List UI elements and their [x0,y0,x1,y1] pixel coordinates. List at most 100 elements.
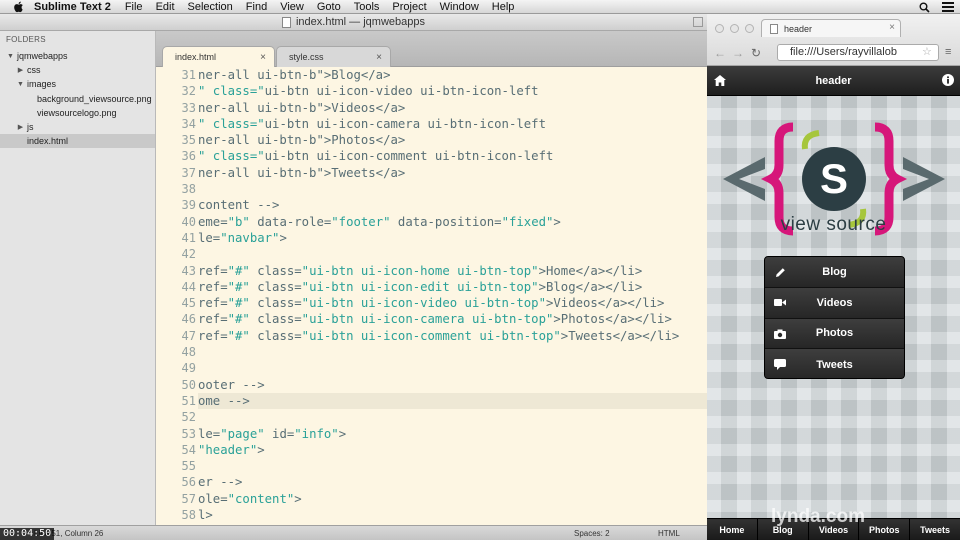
zoom-window-icon[interactable] [745,24,754,33]
sidebar-tree-item[interactable]: ▶ css [0,63,155,77]
menu-help[interactable]: Help [492,1,515,13]
code-line[interactable]: " class="ui-btn ui-icon-video ui-btn-ico… [198,83,707,99]
footer-home-button[interactable]: Home [707,519,758,540]
menu-selection[interactable]: Selection [188,1,233,13]
code-line[interactable] [198,246,707,262]
line-number: 34 [181,116,196,131]
close-window-icon[interactable] [715,24,724,33]
tree-item-label: jqmwebapps [17,51,68,62]
notification-list-icon[interactable] [942,2,954,12]
code-line[interactable]: ref="#" class="ui-btn ui-icon-video ui-b… [198,295,707,311]
code-line[interactable]: ome --> [198,392,707,410]
fullscreen-icon[interactable] [693,17,703,27]
code-line[interactable] [198,181,707,197]
disclosure-collapsed-icon[interactable]: ▶ [16,123,25,131]
logo-text: view source [780,214,887,235]
header-title: header [815,74,852,87]
tab-style-css[interactable]: style.css × [276,46,391,67]
code-line[interactable]: l> [198,507,707,523]
indentation-setting[interactable]: Spaces: 2 [574,529,610,538]
reload-icon[interactable]: ↻ [747,46,765,60]
line-number: 56 [181,475,196,490]
tree-item-label: index.html [27,136,69,147]
line-number: 40 [181,214,196,229]
sublime-title-bar: index.html — jqmwebapps [0,14,707,31]
sidebar-tree-item[interactable]: ▼ images [0,77,155,91]
menu-project[interactable]: Project [392,1,426,13]
sidebar-tree-item[interactable]: index.html [0,134,155,149]
disclosure-expanded-icon[interactable]: ▼ [16,81,25,88]
bookmark-star-icon[interactable]: ☆ [922,45,932,58]
tab-close-icon[interactable]: × [260,52,266,63]
menu-goto[interactable]: Goto [317,1,341,13]
code-line[interactable] [198,360,707,376]
home-icon[interactable] [713,73,727,87]
videos-button[interactable]: Videos [765,287,904,319]
browser-menu-icon[interactable]: ≡ [945,46,951,58]
spotlight-search-icon[interactable] [919,2,930,13]
code-line[interactable]: ref="#" class="ui-btn ui-icon-camera ui-… [198,311,707,327]
tab-close-icon[interactable]: × [376,52,382,63]
logo-letter: S [820,155,848,202]
code-area[interactable]: ner-all ui-btn-b">Blog</a> " class="ui-bt… [198,67,707,525]
menu-find[interactable]: Find [246,1,267,13]
code-line[interactable]: le="navbar"> [198,230,707,246]
code-line[interactable]: ner-all ui-btn-b">Videos</a> [198,100,707,116]
code-editor[interactable]: 31 32 33 34 35 36 37 38 39 40 41 42 43 44 45 46 47 48 49 50… [156,67,707,525]
menu-view[interactable]: View [280,1,304,13]
line-number: 53 [181,426,196,441]
sidebar-tree-item[interactable]: ▶ js [0,120,155,134]
sidebar-tree-item[interactable]: background_viewsource.png [0,92,155,106]
photos-button[interactable]: Photos [765,318,904,350]
minimize-window-icon[interactable] [730,24,739,33]
sidebar-tree-item[interactable]: ▼ jqmwebapps [0,49,155,63]
folders-header: FOLDERS [6,35,46,44]
forward-arrow-icon[interactable]: → [729,46,747,60]
tree-item-label: viewsourcelogo.png [37,107,117,118]
menu-tools[interactable]: Tools [354,1,380,13]
apple-icon[interactable] [12,1,24,13]
code-line[interactable]: ner-all ui-btn-b">Photos</a> [198,132,707,148]
code-line[interactable]: eme="b" data-role="footer" data-position… [198,214,707,230]
line-number: 52 [181,410,196,425]
line-number: 43 [181,263,196,278]
code-line[interactable]: ner-all ui-btn-b">Blog</a> [198,67,707,83]
code-line[interactable]: ref="#" class="ui-btn ui-icon-home ui-bt… [198,263,707,279]
menu-edit[interactable]: Edit [156,1,175,13]
code-line[interactable]: ner-all ui-btn-b">Tweets</a> [198,165,707,181]
code-line[interactable]: " class="ui-btn ui-icon-comment ui-btn-i… [198,148,707,164]
browser-tab[interactable]: header × [761,19,901,37]
code-line[interactable] [198,409,707,425]
footer-photos-button[interactable]: Photos [859,519,911,540]
line-number: 31 [181,68,196,82]
sidebar-tree-item[interactable]: viewsourcelogo.png [0,106,155,120]
menu-file[interactable]: File [125,1,143,13]
back-arrow-icon[interactable]: ← [711,46,729,60]
footer-tweets-button[interactable]: Tweets [910,519,960,540]
browser-tab-close-icon[interactable]: × [889,22,895,33]
code-line[interactable]: ole="content"> [198,491,707,507]
blog-button[interactable]: Blog [765,257,904,288]
code-line[interactable]: content --> [198,197,707,213]
info-icon[interactable] [941,73,955,87]
menu-window[interactable]: Window [440,1,479,13]
browser-window: header × ← → ↻ file:///Users/rayvillalob… [707,14,960,540]
disclosure-expanded-icon[interactable]: ▼ [6,53,15,60]
code-line[interactable]: ref="#" class="ui-btn ui-icon-comment ui… [198,328,707,344]
video-icon [774,297,786,309]
code-line[interactable]: er --> [198,474,707,490]
tab-index-html[interactable]: index.html × [162,46,275,67]
code-line[interactable]: "header"> [198,442,707,458]
browser-toolbar: header × ← → ↻ file:///Users/rayvillalob… [707,14,960,66]
code-line[interactable] [198,458,707,474]
app-menu[interactable]: Sublime Text 2 [34,1,111,13]
tweets-button[interactable]: Tweets [765,349,904,378]
code-line[interactable]: ref="#" class="ui-btn ui-icon-edit ui-bt… [198,279,707,295]
code-line[interactable] [198,344,707,360]
code-line[interactable]: ooter --> [198,377,707,393]
code-line[interactable]: le="page" id="info"> [198,426,707,442]
address-bar[interactable]: file:///Users/rayvillalob [777,44,939,61]
code-line[interactable]: " class="ui-btn ui-icon-camera ui-btn-ic… [198,116,707,132]
disclosure-collapsed-icon[interactable]: ▶ [16,66,25,74]
syntax-setting[interactable]: HTML [658,529,680,538]
